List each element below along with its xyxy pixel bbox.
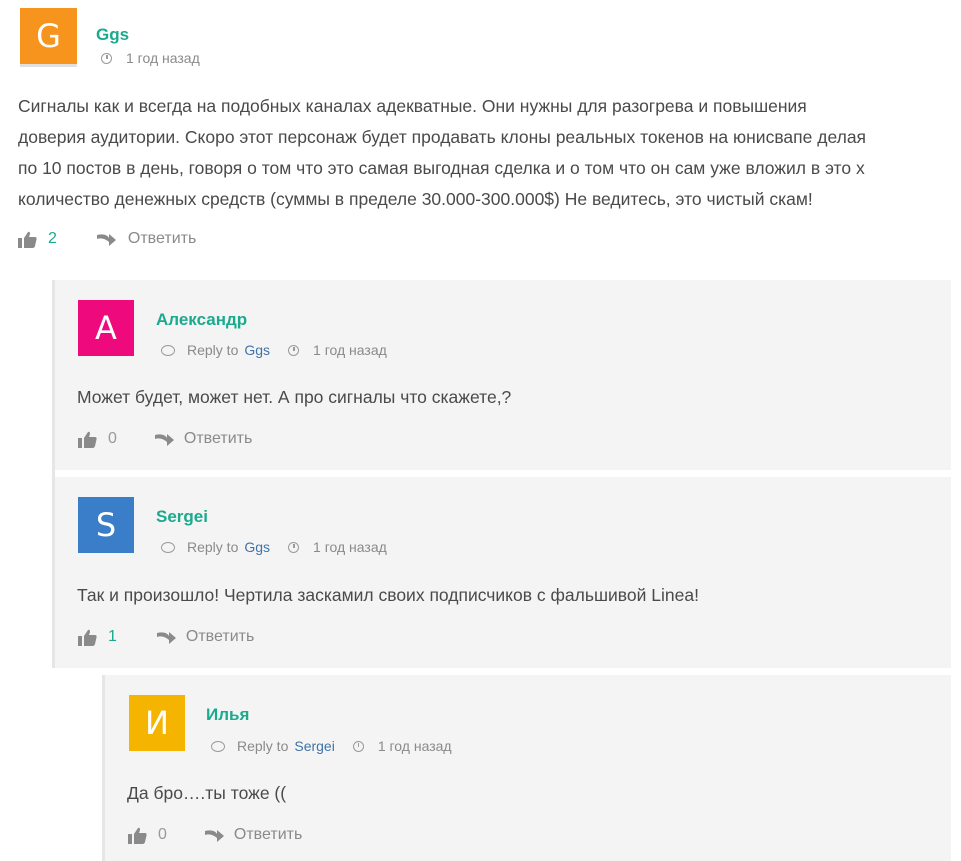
comment-time[interactable]: 1 год назад	[126, 50, 200, 66]
reply-to-label: Reply to	[187, 539, 239, 555]
reply-label: Ответить	[185, 628, 255, 645]
reply-to-label: Reply to	[187, 342, 239, 358]
comment-text: Да бро….ты тоже ((	[127, 783, 287, 803]
comment-time[interactable]: 1 год назад	[313, 539, 387, 555]
reply-arrow-icon	[204, 828, 224, 842]
comment-text: Может будет, может нет. А про сигналы чт…	[77, 387, 512, 407]
avatar: И	[129, 695, 185, 751]
comment-meta: Reply to Sergei 1 год назад	[211, 738, 452, 754]
author-name[interactable]: Ggs	[96, 25, 129, 45]
clock-icon	[352, 740, 364, 752]
clock-icon	[288, 344, 300, 356]
author-name[interactable]: Sergei	[156, 507, 208, 527]
author-name[interactable]: Александр	[156, 310, 247, 330]
thumbs-up-icon[interactable]	[78, 629, 97, 646]
comment-text: Так и произошло! Чертила заскамил своих …	[77, 585, 699, 605]
clock-icon	[288, 541, 300, 553]
speech-bubble-icon	[161, 541, 175, 553]
reply-label: Ответить	[233, 826, 303, 843]
reply-label: Ответить	[183, 430, 253, 447]
comment-text: Сигналы как и всегда на подобных каналах…	[18, 96, 867, 209]
comment-meta: Reply to Ggs 1 год назад	[161, 539, 387, 555]
comment-sergei: S Sergei Reply to Ggs 1 год назад Так и …	[52, 477, 951, 668]
comment-ilya: И Илья Reply to Sergei 1 год назад Да бр…	[102, 675, 951, 861]
thumbs-up-icon[interactable]	[78, 431, 97, 448]
comment-time[interactable]: 1 год назад	[378, 738, 452, 754]
reply-arrow-icon	[154, 432, 174, 446]
reply-label: Ответить	[127, 230, 197, 247]
speech-bubble-icon	[161, 344, 175, 356]
reply-arrow-icon	[156, 630, 176, 644]
like-count: 1	[108, 628, 117, 645]
reply-to-link[interactable]: Ggs	[244, 539, 270, 555]
reply-arrow-icon	[96, 232, 116, 246]
comment-actions: 1 Ответить	[78, 628, 254, 646]
comment-actions: 0 Ответить	[78, 430, 252, 448]
like-count: 2	[48, 230, 57, 247]
comment-time[interactable]: 1 год назад	[313, 342, 387, 358]
clock-icon	[101, 52, 112, 64]
like-count: 0	[108, 430, 117, 447]
reply-to-label: Reply to	[237, 738, 289, 754]
thumbs-up-icon[interactable]	[128, 827, 147, 844]
comment-meta: Reply to Ggs 1 год назад	[161, 342, 387, 358]
avatar: G	[20, 8, 77, 67]
reply-button[interactable]: Ответить	[96, 230, 197, 248]
reply-to-link[interactable]: Sergei	[294, 738, 334, 754]
reply-button[interactable]: Ответить	[204, 826, 303, 844]
avatar: S	[78, 497, 134, 553]
avatar: А	[78, 300, 134, 356]
reply-button[interactable]: Ответить	[154, 430, 253, 448]
thumbs-up-icon[interactable]	[18, 231, 37, 248]
reply-to-link[interactable]: Ggs	[244, 342, 270, 358]
speech-bubble-icon	[211, 740, 225, 752]
like-count: 0	[158, 826, 167, 843]
comment-actions: 0 Ответить	[128, 826, 302, 844]
author-name[interactable]: Илья	[206, 705, 249, 725]
comment-aleksandr: А Александр Reply to Ggs 1 год назад Мож…	[52, 280, 951, 470]
reply-button[interactable]: Ответить	[156, 628, 255, 646]
comment-actions: 2 Ответить	[18, 230, 196, 248]
comment-meta: 1 год назад	[101, 50, 200, 66]
